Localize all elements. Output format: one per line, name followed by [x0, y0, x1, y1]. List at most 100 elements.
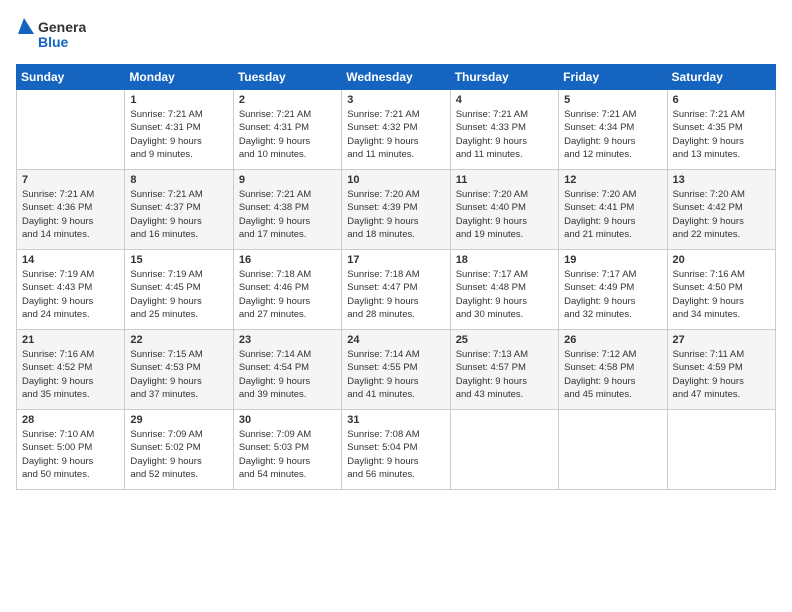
day-number: 1	[130, 94, 227, 106]
calendar-cell: 23 Sunrise: 7:14 AM Sunset: 4:54 PM Dayli…	[233, 330, 341, 410]
page-header: GeneralBlue	[16, 16, 776, 52]
day-info: Sunrise: 7:11 AM Sunset: 4:59 PM Dayligh…	[673, 348, 770, 401]
calendar-cell: 29 Sunrise: 7:09 AM Sunset: 5:02 PM Dayli…	[125, 410, 233, 490]
day-info: Sunrise: 7:21 AM Sunset: 4:37 PM Dayligh…	[130, 188, 227, 241]
calendar-cell: 18 Sunrise: 7:17 AM Sunset: 4:48 PM Dayli…	[450, 250, 558, 330]
day-number: 16	[239, 254, 336, 266]
day-number: 18	[456, 254, 553, 266]
day-number: 27	[673, 334, 770, 346]
day-info: Sunrise: 7:09 AM Sunset: 5:02 PM Dayligh…	[130, 428, 227, 481]
weekday-header-cell: Monday	[125, 65, 233, 90]
calendar-cell: 27 Sunrise: 7:11 AM Sunset: 4:59 PM Dayli…	[667, 330, 775, 410]
day-number: 5	[564, 94, 661, 106]
day-number: 23	[239, 334, 336, 346]
calendar-cell: 15 Sunrise: 7:19 AM Sunset: 4:45 PM Dayli…	[125, 250, 233, 330]
day-number: 17	[347, 254, 444, 266]
calendar-body: 1 Sunrise: 7:21 AM Sunset: 4:31 PM Daylig…	[17, 90, 776, 490]
calendar-cell: 31 Sunrise: 7:08 AM Sunset: 5:04 PM Dayli…	[342, 410, 450, 490]
weekday-header-cell: Sunday	[17, 65, 125, 90]
day-number: 15	[130, 254, 227, 266]
day-info: Sunrise: 7:21 AM Sunset: 4:33 PM Dayligh…	[456, 108, 553, 161]
calendar-cell: 20 Sunrise: 7:16 AM Sunset: 4:50 PM Dayli…	[667, 250, 775, 330]
calendar-week-row: 14Sunrise: 7:19 AM Sunset: 4:43 PM Dayli…	[17, 250, 776, 330]
calendar-cell: 5 Sunrise: 7:21 AM Sunset: 4:34 PM Daylig…	[559, 90, 667, 170]
day-number: 25	[456, 334, 553, 346]
day-number: 11	[456, 174, 553, 186]
calendar-cell: 22 Sunrise: 7:15 AM Sunset: 4:53 PM Dayli…	[125, 330, 233, 410]
calendar-cell: 14Sunrise: 7:19 AM Sunset: 4:43 PM Dayli…	[17, 250, 125, 330]
day-info: Sunrise: 7:08 AM Sunset: 5:04 PM Dayligh…	[347, 428, 444, 481]
day-info: Sunrise: 7:12 AM Sunset: 4:58 PM Dayligh…	[564, 348, 661, 401]
calendar-cell: 12 Sunrise: 7:20 AM Sunset: 4:41 PM Dayli…	[559, 170, 667, 250]
calendar-cell: 10Sunrise: 7:20 AM Sunset: 4:39 PM Dayli…	[342, 170, 450, 250]
day-info: Sunrise: 7:14 AM Sunset: 4:54 PM Dayligh…	[239, 348, 336, 401]
calendar-cell: 28Sunrise: 7:10 AM Sunset: 5:00 PM Dayli…	[17, 410, 125, 490]
calendar-cell: 19Sunrise: 7:17 AM Sunset: 4:49 PM Dayli…	[559, 250, 667, 330]
svg-text:Blue: Blue	[38, 34, 69, 50]
day-number: 2	[239, 94, 336, 106]
day-info: Sunrise: 7:13 AM Sunset: 4:57 PM Dayligh…	[456, 348, 553, 401]
calendar-cell: 7 Sunrise: 7:21 AM Sunset: 4:36 PM Daylig…	[17, 170, 125, 250]
calendar-table: SundayMondayTuesdayWednesdayThursdayFrid…	[16, 64, 776, 490]
calendar-cell: 11Sunrise: 7:20 AM Sunset: 4:40 PM Dayli…	[450, 170, 558, 250]
svg-text:General: General	[38, 19, 86, 35]
day-number: 28	[22, 414, 119, 426]
calendar-week-row: 7 Sunrise: 7:21 AM Sunset: 4:36 PM Daylig…	[17, 170, 776, 250]
calendar-week-row: 1 Sunrise: 7:21 AM Sunset: 4:31 PM Daylig…	[17, 90, 776, 170]
calendar-cell: 1 Sunrise: 7:21 AM Sunset: 4:31 PM Daylig…	[125, 90, 233, 170]
day-info: Sunrise: 7:21 AM Sunset: 4:38 PM Dayligh…	[239, 188, 336, 241]
day-info: Sunrise: 7:20 AM Sunset: 4:42 PM Dayligh…	[673, 188, 770, 241]
weekday-header-cell: Friday	[559, 65, 667, 90]
day-info: Sunrise: 7:20 AM Sunset: 4:41 PM Dayligh…	[564, 188, 661, 241]
day-number: 21	[22, 334, 119, 346]
calendar-week-row: 21Sunrise: 7:16 AM Sunset: 4:52 PM Dayli…	[17, 330, 776, 410]
day-info: Sunrise: 7:19 AM Sunset: 4:45 PM Dayligh…	[130, 268, 227, 321]
day-number: 31	[347, 414, 444, 426]
day-number: 12	[564, 174, 661, 186]
day-number: 9	[239, 174, 336, 186]
day-number: 6	[673, 94, 770, 106]
day-info: Sunrise: 7:17 AM Sunset: 4:49 PM Dayligh…	[564, 268, 661, 321]
calendar-cell: 24Sunrise: 7:14 AM Sunset: 4:55 PM Dayli…	[342, 330, 450, 410]
day-number: 29	[130, 414, 227, 426]
calendar-week-row: 28Sunrise: 7:10 AM Sunset: 5:00 PM Dayli…	[17, 410, 776, 490]
day-number: 8	[130, 174, 227, 186]
day-info: Sunrise: 7:21 AM Sunset: 4:31 PM Dayligh…	[239, 108, 336, 161]
day-info: Sunrise: 7:18 AM Sunset: 4:46 PM Dayligh…	[239, 268, 336, 321]
day-info: Sunrise: 7:15 AM Sunset: 4:53 PM Dayligh…	[130, 348, 227, 401]
day-info: Sunrise: 7:21 AM Sunset: 4:35 PM Dayligh…	[673, 108, 770, 161]
weekday-header-row: SundayMondayTuesdayWednesdayThursdayFrid…	[17, 65, 776, 90]
calendar-cell: 6 Sunrise: 7:21 AM Sunset: 4:35 PM Daylig…	[667, 90, 775, 170]
weekday-header-cell: Thursday	[450, 65, 558, 90]
day-info: Sunrise: 7:21 AM Sunset: 4:34 PM Dayligh…	[564, 108, 661, 161]
calendar-cell: 30 Sunrise: 7:09 AM Sunset: 5:03 PM Dayli…	[233, 410, 341, 490]
calendar-cell	[450, 410, 558, 490]
day-info: Sunrise: 7:17 AM Sunset: 4:48 PM Dayligh…	[456, 268, 553, 321]
calendar-cell: 9 Sunrise: 7:21 AM Sunset: 4:38 PM Daylig…	[233, 170, 341, 250]
calendar-cell	[559, 410, 667, 490]
weekday-header-cell: Saturday	[667, 65, 775, 90]
day-number: 30	[239, 414, 336, 426]
logo: GeneralBlue	[16, 16, 86, 52]
day-info: Sunrise: 7:18 AM Sunset: 4:47 PM Dayligh…	[347, 268, 444, 321]
day-number: 20	[673, 254, 770, 266]
calendar-cell: 26Sunrise: 7:12 AM Sunset: 4:58 PM Dayli…	[559, 330, 667, 410]
calendar-cell: 13 Sunrise: 7:20 AM Sunset: 4:42 PM Dayli…	[667, 170, 775, 250]
day-info: Sunrise: 7:21 AM Sunset: 4:31 PM Dayligh…	[130, 108, 227, 161]
day-number: 13	[673, 174, 770, 186]
day-info: Sunrise: 7:09 AM Sunset: 5:03 PM Dayligh…	[239, 428, 336, 481]
day-number: 3	[347, 94, 444, 106]
calendar-cell: 17 Sunrise: 7:18 AM Sunset: 4:47 PM Dayli…	[342, 250, 450, 330]
calendar-cell: 8 Sunrise: 7:21 AM Sunset: 4:37 PM Daylig…	[125, 170, 233, 250]
day-number: 22	[130, 334, 227, 346]
calendar-cell	[667, 410, 775, 490]
logo-svg: GeneralBlue	[16, 16, 86, 52]
day-number: 14	[22, 254, 119, 266]
calendar-cell: 4Sunrise: 7:21 AM Sunset: 4:33 PM Daylig…	[450, 90, 558, 170]
day-number: 10	[347, 174, 444, 186]
day-info: Sunrise: 7:16 AM Sunset: 4:50 PM Dayligh…	[673, 268, 770, 321]
day-info: Sunrise: 7:21 AM Sunset: 4:36 PM Dayligh…	[22, 188, 119, 241]
day-info: Sunrise: 7:14 AM Sunset: 4:55 PM Dayligh…	[347, 348, 444, 401]
calendar-cell: 3Sunrise: 7:21 AM Sunset: 4:32 PM Daylig…	[342, 90, 450, 170]
day-number: 7	[22, 174, 119, 186]
